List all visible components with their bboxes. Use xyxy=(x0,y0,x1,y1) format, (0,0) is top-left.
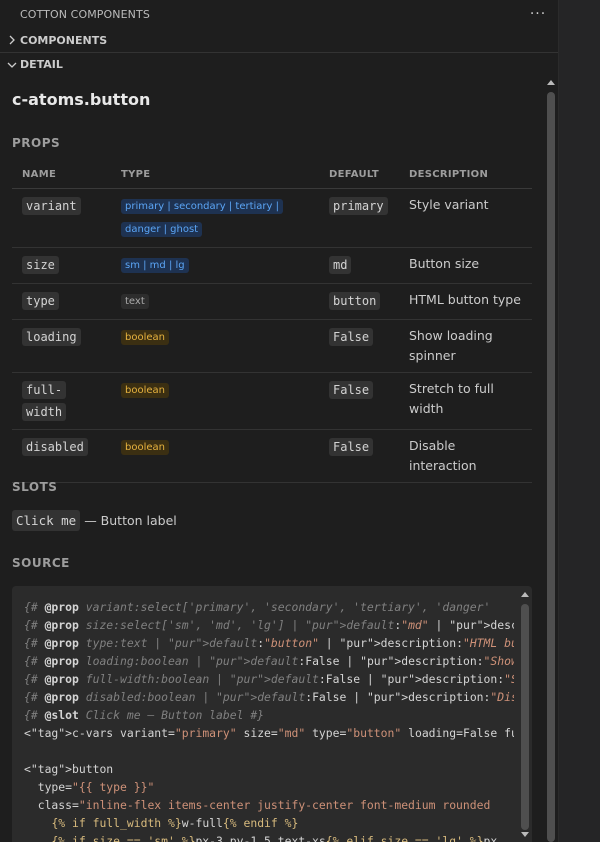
prop-name-cell: size xyxy=(12,247,111,284)
prop-default: primary xyxy=(329,196,388,215)
prop-name-cell: variant xyxy=(12,188,111,248)
prop-description: Show loading spinner xyxy=(399,319,532,373)
prop-name-cell: loading xyxy=(12,319,111,373)
col-header-description: DESCRIPTION xyxy=(399,162,532,189)
col-header-type: TYPE xyxy=(111,162,319,189)
scroll-up-arrow-icon[interactable] xyxy=(521,592,529,597)
scroll-down-arrow-icon[interactable] xyxy=(521,832,529,837)
prop-name: full-width xyxy=(22,380,67,421)
prop-default: button xyxy=(329,291,381,310)
detail-section-header[interactable]: DETAIL xyxy=(0,52,558,76)
prop-type-cell: boolean xyxy=(111,429,319,483)
source-line: {% if full_width %}w-full{% endif %} xyxy=(51,816,299,830)
prop-name-cell: type xyxy=(12,283,111,320)
detail-section-label: DETAIL xyxy=(20,58,63,71)
scroll-up-arrow-icon[interactable] xyxy=(547,80,555,85)
source-line: type="{{ type }}" xyxy=(24,780,155,794)
slots-heading: SLOTS xyxy=(12,480,58,494)
prop-description: Style variant xyxy=(399,188,532,248)
prop-default-cell: button xyxy=(319,283,399,320)
source-line: {# @prop variant:select['primary', 'seco… xyxy=(24,600,491,614)
prop-description: HTML button type xyxy=(399,283,532,320)
prop-type-cell: boolean xyxy=(111,372,319,430)
detail-scroll-thumb[interactable] xyxy=(547,92,555,842)
prop-name: size xyxy=(22,255,59,274)
source-line: {# @slot Click me — Button label #} xyxy=(24,708,265,722)
prop-type-badge: primary | secondary | tertiary | danger … xyxy=(121,198,283,237)
props-heading: PROPS xyxy=(12,136,61,150)
prop-default: md xyxy=(329,255,352,274)
prop-row-3: loading boolean False Show loading spinner xyxy=(12,319,532,373)
prop-type-cell: text xyxy=(111,283,319,320)
slot-entry: Click me — Button label xyxy=(12,510,177,532)
prop-default-cell: False xyxy=(319,319,399,373)
prop-default: False xyxy=(329,327,374,346)
source-scroll-thumb[interactable] xyxy=(521,604,529,830)
prop-type-badge: boolean xyxy=(121,382,169,398)
prop-type-cell: boolean xyxy=(111,319,319,373)
source-line: class="inline-flex items-center justify-… xyxy=(24,798,491,812)
prop-default-cell: False xyxy=(319,429,399,483)
prop-description: Button size xyxy=(399,247,532,284)
prop-type-cell: primary | secondary | tertiary | danger … xyxy=(111,188,319,248)
cotton-components-panel: COTTON COMPONENTS ··· COMPONENTS DETAIL … xyxy=(0,0,558,842)
editor-edge xyxy=(558,0,600,842)
prop-default: False xyxy=(329,437,374,456)
chevron-down-icon xyxy=(4,57,20,73)
prop-row-2: type text button HTML button type xyxy=(12,283,532,320)
source-line: {# @prop disabled:boolean | "pur">defaul… xyxy=(24,690,514,704)
source-line: {# @prop loading:boolean | "pur">default… xyxy=(24,654,514,668)
prop-name: variant xyxy=(22,196,81,215)
source-line: <"tag">c-vars variant="primary" size="md… xyxy=(24,726,514,740)
panel-titlebar: COTTON COMPONENTS ··· xyxy=(0,0,558,28)
source-line: {# @prop type:text | "pur">default:"butt… xyxy=(24,636,514,650)
prop-row-5: disabled boolean False Disable interaction xyxy=(12,429,532,483)
prop-type-badge: boolean xyxy=(121,439,169,455)
prop-description: Stretch to full width xyxy=(399,372,532,430)
components-section-header[interactable]: COMPONENTS xyxy=(0,28,558,52)
slot-name: Click me xyxy=(12,510,81,531)
source-line: <"tag">button xyxy=(24,762,114,776)
props-header-row: NAME TYPE DEFAULT DESCRIPTION xyxy=(12,162,532,189)
prop-type-badge: text xyxy=(121,293,149,309)
source-line: {# @prop size:select['sm', 'md', 'lg'] |… xyxy=(24,618,514,632)
prop-row-4: full-width boolean False Stretch to full wi… xyxy=(12,372,532,430)
more-actions-icon[interactable]: ··· xyxy=(518,6,558,22)
prop-default-cell: md xyxy=(319,247,399,284)
prop-name: disabled xyxy=(22,437,88,456)
prop-row-0: variant primary | secondary | tertiary | … xyxy=(12,188,532,248)
prop-type-badge: sm | md | lg xyxy=(121,257,189,273)
source-scrollbar[interactable] xyxy=(518,586,532,842)
detail-scrollbar[interactable] xyxy=(544,76,558,842)
prop-name-cell: disabled xyxy=(12,429,111,483)
props-table: NAME TYPE DEFAULT DESCRIPTION variant pri… xyxy=(12,162,532,483)
props-body: variant primary | secondary | tertiary | … xyxy=(12,188,532,483)
prop-type-badge: boolean xyxy=(121,329,169,345)
chevron-right-icon xyxy=(4,32,20,48)
col-header-name: NAME xyxy=(12,162,111,189)
source-heading: SOURCE xyxy=(12,556,70,570)
prop-name: type xyxy=(22,291,59,310)
detail-content: c-atoms.button PROPS NAME TYPE DEFAULT D… xyxy=(0,76,544,842)
panel-title: COTTON COMPONENTS xyxy=(20,7,150,21)
prop-name-cell: full-width xyxy=(12,372,111,430)
source-line: {% if size == 'sm' %}px-3 py-1.5 text-xs… xyxy=(51,834,498,842)
col-header-default: DEFAULT xyxy=(319,162,399,189)
slot-description: — Button label xyxy=(84,513,177,528)
prop-row-1: size sm | md | lg md Button size xyxy=(12,247,532,284)
prop-default: False xyxy=(329,380,374,399)
source-code-block[interactable]: {# @prop variant:select['primary', 'seco… xyxy=(12,586,532,842)
component-name: c-atoms.button xyxy=(12,90,151,109)
prop-default-cell: primary xyxy=(319,188,399,248)
prop-name: loading xyxy=(22,327,81,346)
prop-default-cell: False xyxy=(319,372,399,430)
prop-description: Disable interaction xyxy=(399,429,532,483)
components-section-label: COMPONENTS xyxy=(20,33,108,47)
source-line: {# @prop full-width:boolean | "pur">defa… xyxy=(24,672,514,686)
prop-type-cell: sm | md | lg xyxy=(111,247,319,284)
source-code[interactable]: {# @prop variant:select['primary', 'seco… xyxy=(24,598,514,842)
